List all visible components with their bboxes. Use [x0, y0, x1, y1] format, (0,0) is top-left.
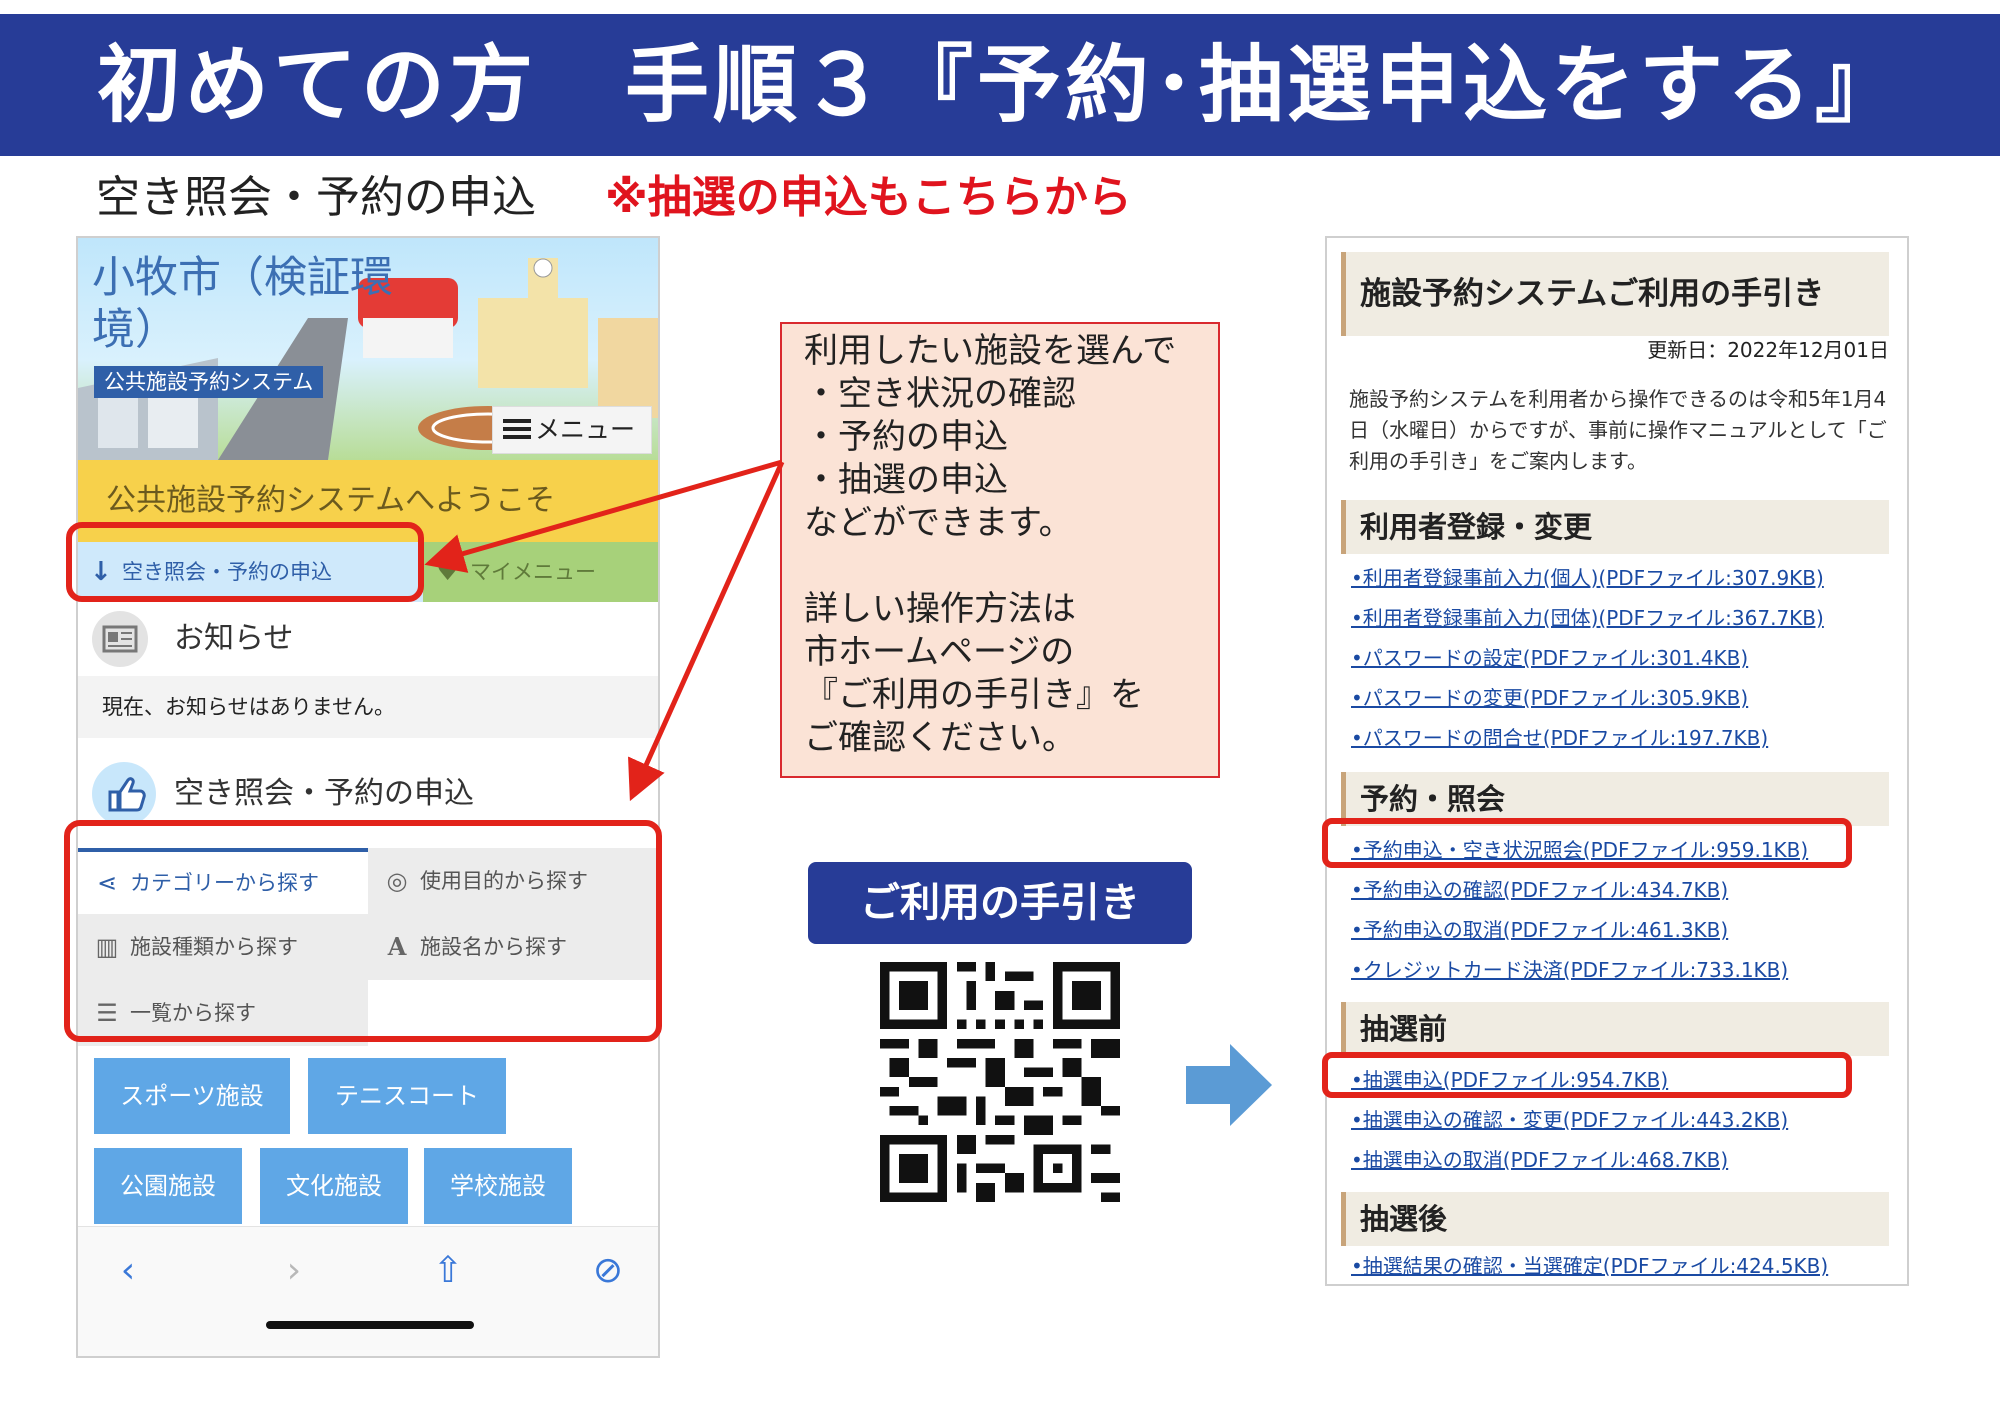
pdf-link[interactable]: •利用者登録事前入力(団体)(PDFファイル:367.7KB)	[1351, 598, 1824, 638]
pdf-link[interactable]: •抽選結果の確認・当選確定(PDFファイル:424.5KB)	[1351, 1246, 1828, 1284]
qr-code[interactable]	[880, 962, 1120, 1202]
pdf-link[interactable]: •抽選申込の取消(PDFファイル:468.7KB)	[1351, 1140, 1728, 1180]
arrow-to-nav	[424, 459, 783, 573]
right-arrow-icon	[1186, 1044, 1272, 1126]
pdf-link[interactable]: •利用者登録事前入力(個人)(PDFファイル:307.9KB)	[1351, 558, 1824, 598]
pdf-link[interactable]: •抽選申込(PDFファイル:954.7KB)	[1351, 1060, 1668, 1100]
pdf-link[interactable]: •予約申込・空き状況照会(PDFファイル:959.1KB)	[1351, 830, 1808, 870]
guide-page-screenshot: 施設予約システムご利用の手引き 更新日：2022年12月01日 施設予約システム…	[1325, 236, 1909, 1286]
pdf-link[interactable]: •クレジットカード決済(PDFファイル:733.1KB)	[1351, 950, 1788, 990]
pdf-link[interactable]: •予約申込の取消(PDFファイル:461.3KB)	[1351, 910, 1728, 950]
section-before-lottery: 抽選前	[1341, 1002, 1889, 1056]
guide-updated-date: 更新日：2022年12月01日	[1647, 338, 1889, 362]
guide-intro: 施設予約システムを利用者から操作できるのは令和5年1月4日（水曜日）からですが、…	[1349, 387, 1887, 473]
pdf-link[interactable]: •パスワードの設定(PDFファイル:301.4KB)	[1351, 638, 1748, 678]
section-user-registration: 利用者登録・変更	[1341, 500, 1889, 554]
arrow-to-tabs	[628, 460, 785, 802]
pdf-link[interactable]: •パスワードの問合せ(PDFファイル:197.7KB)	[1351, 718, 1768, 758]
pdf-link[interactable]: •パスワードの変更(PDFファイル:305.9KB)	[1351, 678, 1748, 718]
section-after-lottery: 抽選後	[1341, 1192, 1889, 1246]
guide-title: 施設予約システムご利用の手引き	[1341, 252, 1889, 336]
section-reservation: 予約・照会	[1341, 772, 1889, 826]
pdf-link[interactable]: •予約申込の確認(PDFファイル:434.7KB)	[1351, 870, 1728, 910]
guide-button[interactable]: ご利用の手引き	[808, 862, 1192, 944]
pdf-link[interactable]: •抽選申込の確認・変更(PDFファイル:443.2KB)	[1351, 1100, 1788, 1140]
